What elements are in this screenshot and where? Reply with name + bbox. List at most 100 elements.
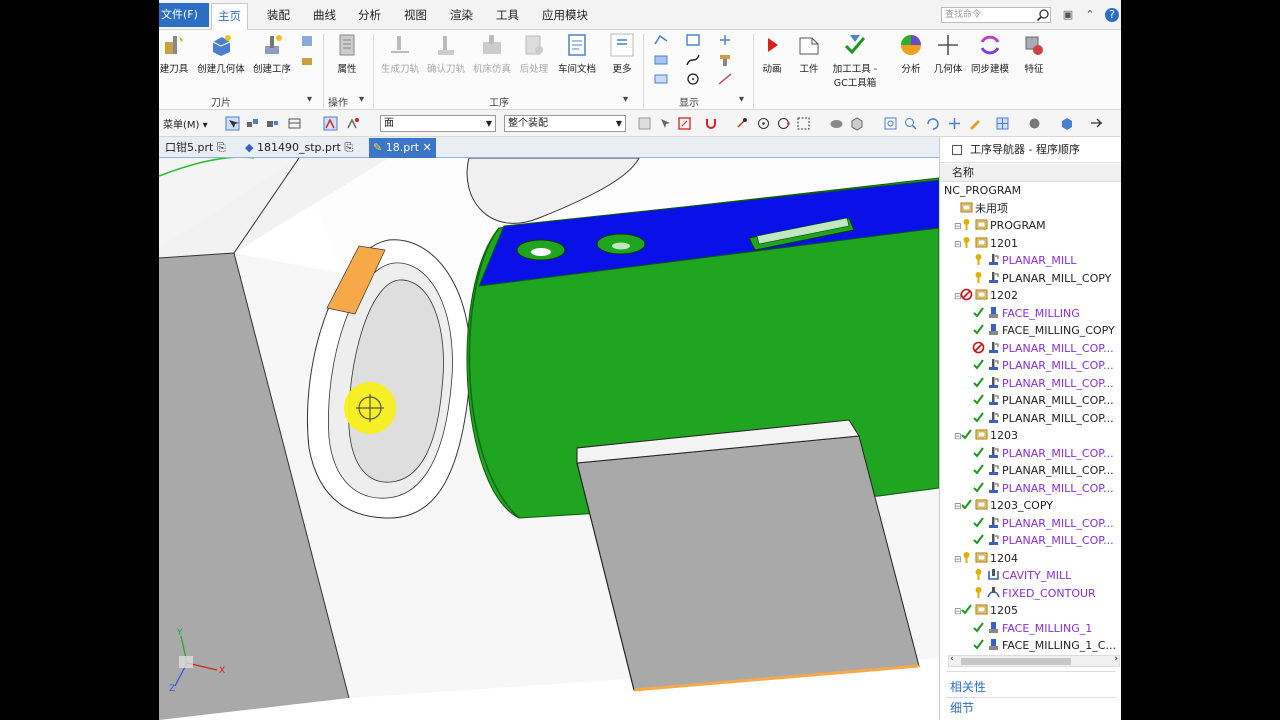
create-operation-button[interactable]: 创建工序 — [251, 32, 293, 75]
program-group-row[interactable]: ⊟ 1201 — [954, 235, 1018, 253]
display-tool-icon[interactable] — [717, 53, 733, 67]
program-group-row[interactable]: 未用项 — [954, 200, 1008, 218]
menu-application[interactable]: 应用模块 — [536, 3, 594, 27]
tab-18-prt[interactable]: ✎ 18.prt ✕ — [369, 138, 436, 158]
display-stock-icon[interactable] — [653, 72, 669, 86]
layer-icon[interactable] — [995, 116, 1010, 131]
shading-icon[interactable] — [829, 116, 844, 131]
synchronous-modeling-button[interactable]: 同步建模 — [969, 32, 1011, 75]
help-icon[interactable]: ? — [1105, 8, 1119, 22]
center-snap-icon[interactable] — [756, 116, 771, 131]
pick-icon[interactable] — [657, 116, 672, 131]
program-group-row[interactable]: ⊟ 1205 — [954, 602, 1018, 620]
operation-row[interactable]: PLANAR_MILL_COP... — [972, 340, 1114, 358]
operation-row[interactable]: PLANAR_MILL_COP... — [972, 445, 1114, 463]
snap-point-icon[interactable] — [323, 116, 338, 131]
menu-render[interactable]: 渲染 — [444, 3, 479, 27]
tab-181490-stp[interactable]: ◆ 181490_stp.prt ⎘ — [241, 138, 357, 158]
fit-view-icon[interactable] — [883, 116, 898, 131]
zoom-icon[interactable] — [903, 116, 918, 131]
operation-row[interactable]: PLANAR_MILL — [972, 252, 1076, 270]
verify-toolpath-button[interactable]: 确认刀轨 — [425, 32, 467, 75]
menu-tools[interactable]: 工具 — [490, 3, 525, 27]
operation-row[interactable]: PLANAR_MILL_COP... — [972, 357, 1114, 375]
tab-vise5[interactable]: 口钳5.prt ⎘ — [161, 138, 230, 158]
workpiece-button[interactable]: 工件 — [793, 32, 825, 75]
menu-home[interactable]: 主页 — [211, 3, 248, 31]
operation-row[interactable]: PLANAR_MILL_COP... — [972, 392, 1114, 410]
display-blank-icon[interactable] — [685, 33, 701, 47]
operation-row[interactable]: FACE_MILLING — [972, 305, 1080, 323]
select-body-icon[interactable] — [265, 116, 280, 131]
select-feature-icon[interactable] — [245, 116, 260, 131]
group-expand-icon[interactable]: ▾ — [739, 94, 744, 105]
display-circle-icon[interactable] — [685, 72, 701, 86]
create-geometry-button[interactable]: 创建几何体 — [195, 32, 247, 75]
solid-view-icon[interactable] — [1059, 116, 1074, 131]
program-group-row[interactable]: ⊟ PROGRAM — [954, 217, 1046, 235]
feature-button[interactable]: 特征 — [1019, 32, 1049, 75]
menu-assembly[interactable]: 装配 — [261, 3, 296, 27]
restore-ribbon-icon[interactable]: ▣ — [1061, 8, 1075, 22]
panel-toggle-icon[interactable] — [952, 145, 962, 155]
curve-rule-icon[interactable] — [677, 116, 692, 131]
display-toolpath-icon[interactable] — [653, 33, 669, 47]
magnet-icon[interactable] — [704, 116, 719, 131]
geometry-button[interactable]: 几何体 — [931, 32, 965, 75]
scrollbar-thumb[interactable] — [961, 658, 1071, 665]
render-style-icon[interactable] — [1027, 116, 1042, 131]
file-menu[interactable]: 文件(F) — [159, 3, 209, 27]
properties-button[interactable]: 属性 — [329, 32, 365, 75]
point-snap-icon[interactable] — [734, 116, 749, 131]
program-group-row[interactable]: ⊟ 1203 — [954, 427, 1018, 445]
program-root-row[interactable]: NC_PROGRAM — [944, 182, 1021, 200]
snap-options-icon[interactable] — [345, 116, 360, 131]
operation-row[interactable]: PLANAR_MILL_COP... — [972, 375, 1114, 393]
program-group-row[interactable]: ⊟ 1203_COPY — [954, 497, 1053, 515]
details-panel[interactable]: 细节 — [950, 698, 974, 718]
display-axis-icon[interactable] — [717, 33, 733, 47]
shop-documentation-button[interactable]: 车间文档 — [555, 32, 599, 75]
generate-toolpath-button[interactable]: 生成刀轨 — [379, 32, 421, 75]
rotate-icon[interactable] — [925, 116, 940, 131]
display-line-icon[interactable] — [717, 72, 733, 86]
background-icon[interactable] — [1089, 116, 1104, 131]
graphics-window[interactable]: X Y Z — [159, 158, 939, 720]
collapse-ribbon-icon[interactable]: ⌃ — [1083, 8, 1097, 22]
operation-row[interactable]: PLANAR_MILL_COP... — [972, 480, 1114, 498]
dependencies-panel[interactable]: 相关性 — [950, 677, 986, 697]
operation-row[interactable]: PLANAR_MILL_COP... — [972, 462, 1114, 480]
animation-button[interactable]: 动画 — [757, 32, 787, 75]
operation-row[interactable]: PLANAR_MILL_COP... — [972, 515, 1114, 533]
column-header-name[interactable]: 名称 — [940, 164, 1121, 182]
menu-analysis[interactable]: 分析 — [352, 3, 387, 27]
small-tool-icon-1[interactable] — [299, 34, 315, 48]
operation-row[interactable]: FACE_MILLING_1 — [972, 620, 1092, 638]
operation-row[interactable]: FACE_MILLING_COPY — [972, 322, 1115, 340]
select-all-icon[interactable] — [637, 116, 652, 131]
machine-simulation-button[interactable]: 机床仿真 — [471, 32, 513, 75]
scroll-right-icon[interactable]: › — [1114, 654, 1118, 664]
operation-row[interactable]: PLANAR_MILL_COP... — [972, 532, 1114, 550]
select-component-icon[interactable] — [287, 116, 302, 131]
group-expand-icon[interactable]: ▾ — [359, 94, 364, 105]
select-mode-icon[interactable] — [225, 116, 240, 131]
operation-row[interactable]: FIXED_CONTOUR — [972, 585, 1096, 603]
group-expand-icon[interactable]: ▾ — [307, 94, 312, 105]
operation-row[interactable]: CAVITY_MILL — [972, 567, 1071, 585]
menu-curve[interactable]: 曲线 — [307, 3, 342, 27]
view-cube-icon[interactable] — [849, 116, 864, 131]
post-process-button[interactable]: 后处理 — [516, 32, 552, 75]
machining-tools-button[interactable]: 加工工具 - GC工具箱 — [829, 32, 881, 89]
operation-row[interactable]: PLANAR_MILL_COP... — [972, 410, 1114, 428]
scope-select[interactable]: 整个装配 ▼ — [504, 115, 626, 132]
command-search-input[interactable]: 查找命令 — [941, 7, 1051, 23]
menu-dropdown[interactable]: 菜单(M) ▾ — [163, 116, 208, 131]
type-filter-select[interactable]: 面 ▼ — [380, 115, 496, 132]
operation-row[interactable]: FACE_MILLING_1_C... — [972, 637, 1116, 655]
group-expand-icon[interactable]: ▾ — [623, 94, 628, 105]
menu-view[interactable]: 视图 — [398, 3, 433, 27]
create-tool-button[interactable]: 建刀具 — [159, 32, 189, 75]
program-group-row[interactable]: ⊟ 1204 — [954, 550, 1018, 568]
analysis-button[interactable]: 分析 — [897, 32, 925, 75]
